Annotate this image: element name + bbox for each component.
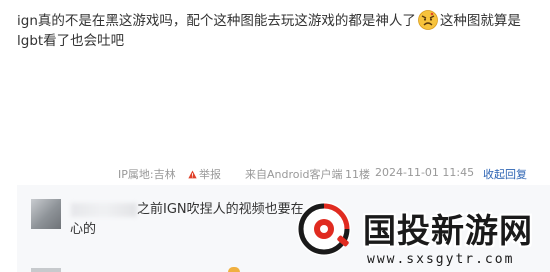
reply-text-line2: 心的 — [70, 222, 97, 237]
logo-icon — [297, 202, 351, 256]
client-source: 来自Android客户端 — [245, 168, 343, 181]
angry-face-emoji-icon — [417, 10, 438, 30]
ip-location: IP属地:吉林 — [118, 168, 176, 181]
warning-icon — [188, 170, 197, 179]
post-datetime: 2024-11-01 11:45 — [375, 166, 475, 179]
blurred-username[interactable] — [71, 203, 137, 217]
collapse-reply-link[interactable]: 收起回复 — [483, 166, 527, 182]
floor-number: 11楼 — [345, 168, 370, 181]
post-meta-bar: IP属地:吉林 举报 来自Android客户端 11楼 2024-11-01 1… — [0, 166, 550, 182]
next-reply-badge-icon — [228, 267, 240, 272]
post-text-part1: ign真的不是在黑这游戏吗，配个这种图能去玩这游戏的都是神人了 — [17, 13, 416, 29]
avatar[interactable] — [31, 199, 61, 229]
watermark-title: 国投新游网 — [363, 211, 533, 250]
watermark-url: www.sxsgytr.com — [367, 252, 515, 267]
site-watermark: 国投新游网 www.sxsgytr.com — [295, 200, 550, 272]
report-label: 举报 — [199, 168, 221, 181]
post-content: ign真的不是在黑这游戏吗，配个这种图能去玩这游戏的都是神人了 这种图就算是lg… — [17, 10, 537, 51]
report-link[interactable]: 举报 — [188, 166, 221, 182]
next-reply-avatar[interactable] — [31, 268, 61, 272]
